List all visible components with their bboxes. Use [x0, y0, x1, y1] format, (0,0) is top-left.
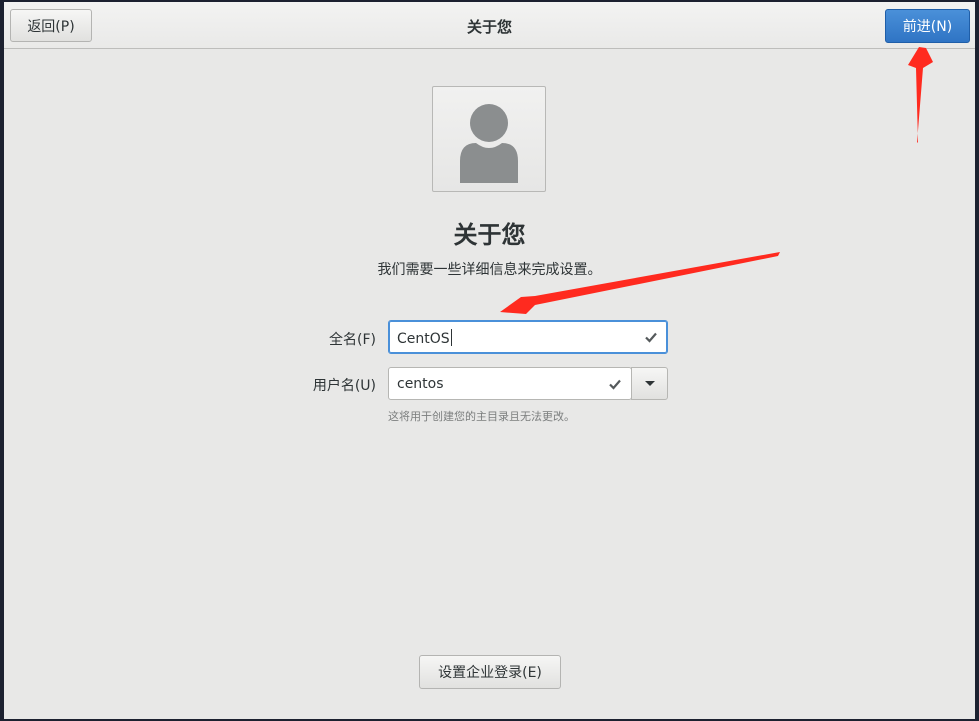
forward-button-label: 前进(N)	[902, 19, 953, 35]
user-avatar-icon	[460, 104, 518, 183]
chevron-down-icon	[645, 381, 655, 386]
page-title: 关于您	[453, 221, 526, 249]
setup-window: 返回(P) 关于您 前进(N) 关于您 我们需要一些详细信息来完成设置。 全名(…	[4, 2, 975, 719]
enterprise-login-button[interactable]: 设置企业登录(E)	[419, 655, 561, 689]
username-value: centos	[397, 376, 444, 392]
username-label: 用户名(U)	[312, 378, 376, 394]
username-hint: 这将用于创建您的主目录且无法更改。	[388, 410, 575, 423]
fullname-label: 全名(F)	[329, 332, 376, 348]
avatar-button[interactable]	[432, 86, 546, 192]
username-input[interactable]: centos	[388, 367, 632, 400]
header-bar: 返回(P) 关于您 前进(N)	[4, 2, 975, 49]
forward-button[interactable]: 前进(N)	[885, 9, 970, 43]
page-subtitle: 我们需要一些详细信息来完成设置。	[377, 262, 602, 278]
fullname-value: CentOS	[397, 331, 450, 347]
fullname-input[interactable]: CentOS	[388, 320, 668, 354]
fullname-value-wrap: CentOS	[397, 329, 452, 347]
username-dropdown-button[interactable]	[631, 367, 668, 400]
check-icon	[645, 332, 657, 343]
text-caret	[450, 329, 452, 346]
check-icon	[609, 379, 621, 390]
header-title: 关于您	[466, 18, 512, 36]
enterprise-login-label: 设置企业登录(E)	[438, 665, 542, 681]
